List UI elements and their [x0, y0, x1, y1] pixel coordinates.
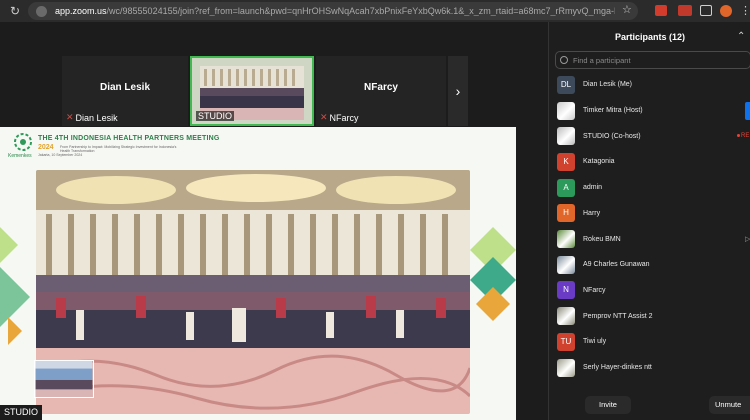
avatar: A	[557, 178, 575, 197]
participant-row[interactable]: K Katagonia	[549, 149, 750, 175]
address-bar[interactable]: app.zoom.us/wc/98555024155/join?ref_from…	[28, 2, 638, 20]
participant-name: Timker Mitra (Host)	[583, 107, 643, 115]
recording-indicator: RE	[737, 133, 749, 139]
extension-icon[interactable]	[678, 5, 692, 16]
next-page-chevron-icon[interactable]: ›	[448, 56, 468, 126]
muted-mic-icon: ✕	[66, 112, 74, 122]
event-title: THE 4TH INDONESIA HEALTH PARTNERS MEETIN…	[38, 135, 220, 142]
participant-row[interactable]: Rokeu BMN ▷	[549, 226, 750, 252]
bookmark-star-icon[interactable]: ☆	[622, 3, 632, 16]
photo-thumbnail	[34, 360, 94, 398]
recording-dot-icon	[737, 134, 740, 138]
recording-label: RE	[741, 133, 750, 140]
shared-screen: Kemenkes THE 4TH INDONESIA HEALTH PARTNE…	[0, 127, 516, 420]
participant-row[interactable]: DL Dian Lesik (Me)	[549, 72, 750, 98]
avatar: N	[557, 281, 575, 300]
participant-row[interactable]: H Harry	[549, 201, 750, 227]
event-year: 2024	[38, 144, 54, 151]
site-info-icon[interactable]	[36, 5, 47, 17]
name-tag: ✕ Dian Lesik	[66, 112, 118, 123]
avatar: H	[557, 204, 575, 223]
avatar	[557, 230, 575, 249]
search-input[interactable]	[573, 55, 743, 65]
participant-name: Pemprov NTT Assist 2	[583, 312, 653, 320]
avatar: DL	[557, 75, 575, 94]
event-date: Jakarta, 10 September 2024	[38, 153, 83, 157]
avatar	[557, 127, 575, 146]
avatar	[557, 255, 575, 274]
search-icon	[560, 56, 568, 64]
profile-avatar[interactable]	[720, 5, 732, 17]
participant-name: NFarcy	[364, 82, 398, 93]
extension-icon[interactable]	[655, 5, 667, 16]
avatar: TU	[557, 332, 575, 351]
participant-row[interactable]: STUDIO (Co-host) RE	[549, 123, 750, 149]
avatar	[557, 358, 575, 377]
org-name: Kemenkes	[8, 153, 32, 159]
participant-name: Dian Lesik	[99, 82, 151, 93]
participant-name: Dian Lesik (Me)	[583, 81, 633, 89]
video-tile[interactable]: Dian Lesik ✕ Dian Lesik	[62, 56, 188, 126]
decorative-pattern	[0, 227, 30, 345]
participant-row[interactable]: Timker Mitra (Host)	[549, 98, 750, 124]
avatar	[557, 101, 575, 120]
participant-name: NFarcy	[583, 286, 606, 294]
search-box[interactable]	[555, 51, 750, 69]
host-action-button[interactable]	[745, 101, 750, 120]
presenter-name-tag: STUDIO	[0, 405, 43, 420]
participant-name: Rokeu BMN	[583, 235, 621, 243]
participants-panel: Participants (12) ⌃ DL Dian Lesik (Me) Tim…	[548, 22, 750, 420]
participant-name: Tiwi uly	[583, 338, 607, 346]
participant-name: A9 Charles Gunawan	[583, 261, 650, 269]
participant-name: Serly Hayer-dinkes ntt	[583, 364, 652, 372]
video-tile-active[interactable]: STUDIO	[190, 56, 314, 126]
participant-row[interactable]: Pemprov NTT Assist 2	[549, 303, 750, 329]
extensions-puzzle-icon[interactable]	[700, 5, 712, 16]
close-panel-icon[interactable]: ⌃	[737, 31, 745, 42]
participant-name: Katagonia	[583, 158, 615, 166]
unmute-button[interactable]: Unmute	[709, 396, 750, 414]
participant-row[interactable]: TU Tiwi uly	[549, 329, 750, 355]
reload-icon[interactable]: ↻	[8, 4, 22, 18]
kemenkes-logo-icon	[14, 133, 32, 151]
avatar	[557, 307, 575, 326]
participant-row[interactable]: A9 Charles Gunawan	[549, 252, 750, 278]
muted-mic-icon: ✕	[320, 112, 328, 122]
browser-menu-icon[interactable]: ⋮	[740, 4, 750, 17]
participant-row[interactable]: N NFarcy	[549, 278, 750, 304]
participant-name: admin	[583, 184, 603, 192]
participant-row[interactable]: Serly Hayer-dinkes ntt	[549, 355, 750, 381]
decorative-pattern	[470, 227, 516, 321]
panel-title: Participants (12)	[614, 32, 686, 42]
participant-name: STUDIO (Co-host)	[583, 132, 641, 140]
video-off-icon: ▷	[745, 236, 750, 244]
name-tag: ✕ NFarcy	[320, 112, 359, 123]
invite-button[interactable]: Invite	[585, 396, 631, 414]
group-photo	[36, 170, 470, 414]
event-subtitle: From Partnership to Impact: Mobilizing S…	[60, 145, 177, 153]
video-tile[interactable]: NFarcy ✕ NFarcy	[316, 56, 446, 126]
name-tag: STUDIO	[196, 111, 235, 121]
avatar: K	[557, 152, 575, 171]
url-text: app.zoom.us/wc/98555024155/join?ref_from…	[55, 6, 615, 16]
participant-name: Harry	[583, 209, 601, 217]
participant-row[interactable]: Aadmin	[549, 175, 750, 201]
